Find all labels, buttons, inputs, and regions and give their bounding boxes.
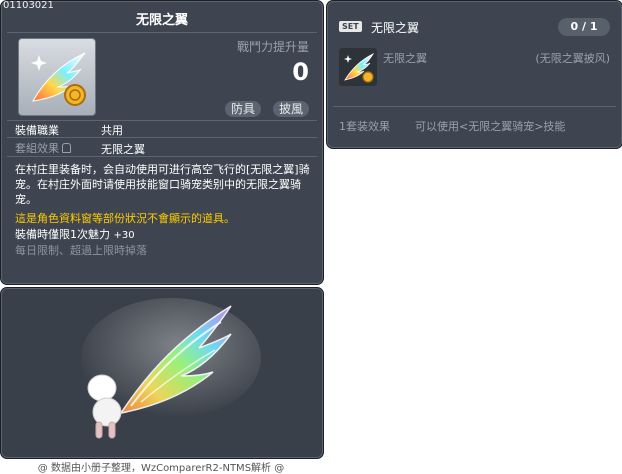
charm-value: +30 [113, 230, 135, 241]
set-item-name: 无限之翼 [383, 52, 427, 65]
item-name: 无限之翼 [135, 13, 188, 28]
lock-icon [62, 143, 71, 153]
divider [7, 32, 317, 33]
job-label: 裝備職業 [15, 124, 59, 137]
divider [7, 137, 317, 138]
footer-credit: @ 数据由小册子整理，WzComparerR2-NTMS解析 @ [37, 463, 285, 474]
power-value: 0 [292, 58, 309, 86]
item-warning: 這是角色資料窗等部份狀況不會顯示的道具。 [15, 212, 235, 225]
item-tooltip-panel: 01103021 无限之翼 戰鬥力提升量 0 防具 披風 裝備職業 共用 套組效… [0, 0, 324, 285]
set-effect-label: 1套装效果 [339, 120, 390, 133]
set-effect-panel: SET 无限之翼 0 / 1 无限之翼 (无限之翼披风) 1套装效果 可以使用<… [326, 0, 622, 149]
item-description: 在村庄里装备时，会自动使用可进行高空飞行的[无限之翼]骑宠。在村庄外面时请使用技… [15, 163, 310, 206]
tag-armor: 防具 [224, 101, 261, 117]
set-item-type: (无限之翼披风) [535, 52, 610, 65]
item-icon [18, 38, 96, 116]
set-item-icon [339, 48, 377, 86]
set-effect-text: 可以使用<无限之翼骑宠>技能 [415, 120, 566, 133]
job-value: 共用 [101, 124, 123, 137]
wing-icon [344, 52, 375, 83]
tag-cape: 披風 [272, 101, 309, 117]
set-label: 套組效果 [15, 142, 59, 155]
wing-icon [31, 52, 86, 106]
set-name: 无限之翼 [371, 21, 420, 35]
divider [7, 156, 317, 157]
set-value: 无限之翼 [101, 143, 145, 156]
charm-row: 裝備時僅限1次魅力 +30 [15, 226, 135, 242]
limit-text: 每日限制、超過上限時掉落 [15, 244, 147, 257]
divider [333, 106, 616, 107]
set-badge: SET [339, 21, 362, 32]
set-effect-row: 套組效果 [15, 140, 71, 156]
divider [7, 120, 317, 121]
set-count: 0 / 1 [558, 18, 610, 36]
preview-panel [0, 287, 324, 459]
character-preview-image [81, 298, 261, 439]
charm-label: 裝備時僅限1次魅力 [15, 228, 110, 241]
power-label: 戰鬥力提升量 [236, 40, 309, 54]
